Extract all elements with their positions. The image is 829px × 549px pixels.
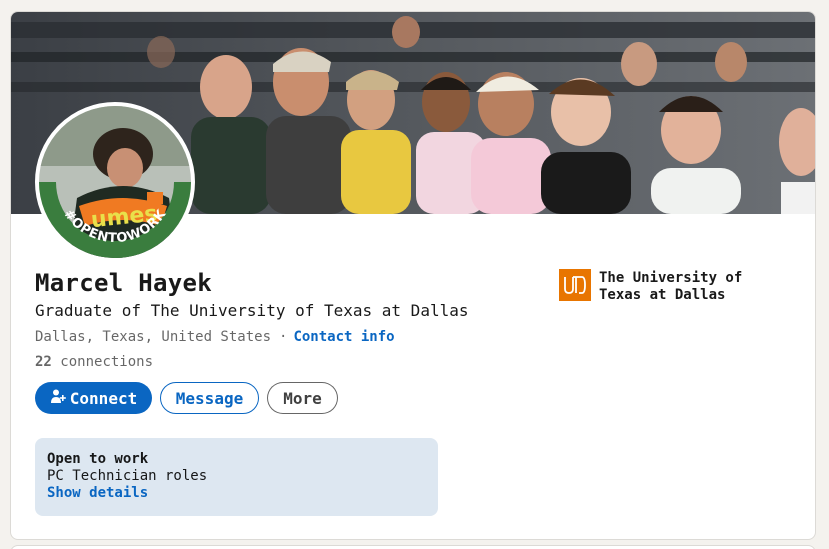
show-details-link[interactable]: Show details — [47, 485, 426, 502]
location-row: Dallas, Texas, United States · Contact inf… — [35, 329, 395, 345]
connect-button-label: Connect — [69, 388, 138, 408]
profile-location: Dallas, Texas, United States — [35, 329, 272, 345]
profile-headline: Graduate of The University of Texas at D… — [35, 301, 469, 320]
profile-actions: Connect Message More — [35, 382, 338, 414]
open-to-work-card: Open to work PC Technician roles Show de… — [35, 438, 438, 516]
profile-photo[interactable]: umes #OPENTOWORK — [35, 102, 195, 262]
connect-button[interactable]: Connect — [35, 382, 152, 414]
profile-card: umes #OPENTOWORK Marcel Hayek Graduate o… — [10, 11, 816, 540]
connections-label: connections — [60, 354, 154, 370]
add-person-icon — [50, 388, 66, 408]
connections-count: 22 — [35, 354, 52, 370]
message-button[interactable]: Message — [160, 382, 259, 414]
profile-name: Marcel Hayek — [35, 269, 212, 297]
connections-link[interactable]: 22 connections — [35, 354, 153, 370]
school-name: The University of Texas at Dallas — [599, 270, 743, 303]
education-item[interactable]: The University of Texas at Dallas — [559, 269, 769, 304]
more-button[interactable]: More — [267, 382, 338, 414]
open-to-work-title: Open to work — [47, 451, 149, 467]
separator-dot: · — [279, 329, 288, 345]
utd-logo-icon — [559, 269, 591, 301]
next-section-card — [10, 545, 816, 549]
open-to-work-roles: PC Technician roles — [47, 468, 208, 484]
contact-info-link[interactable]: Contact info — [293, 329, 394, 345]
